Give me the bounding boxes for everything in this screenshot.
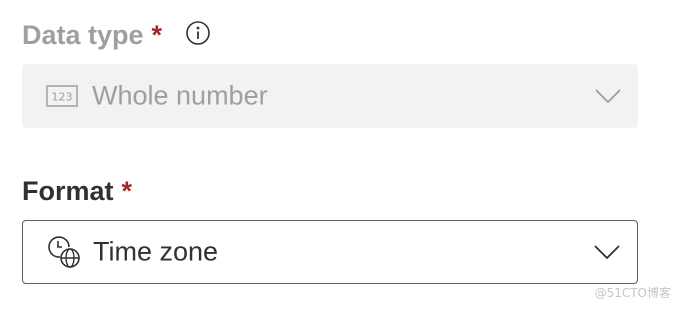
format-label-text: Format <box>22 176 114 206</box>
svg-text:123: 123 <box>52 91 73 104</box>
data-type-label-text: Data type <box>22 20 144 50</box>
number-icon: 123 <box>46 85 78 107</box>
data-type-dropdown: 123 Whole number <box>22 64 638 128</box>
format-dropdown[interactable]: Time zone <box>22 220 638 284</box>
chevron-down-icon <box>595 89 621 104</box>
data-type-label: Data type * <box>22 22 162 49</box>
time-zone-icon <box>48 236 80 268</box>
chevron-down-icon[interactable] <box>593 244 621 260</box>
data-type-value: Whole number <box>92 80 268 111</box>
watermark: @51CTO博客 <box>594 286 671 300</box>
format-label: Format * <box>22 178 132 205</box>
required-asterisk: * <box>151 20 163 50</box>
info-icon[interactable] <box>185 20 211 46</box>
format-value: Time zone <box>93 236 219 267</box>
required-asterisk: * <box>121 176 133 206</box>
